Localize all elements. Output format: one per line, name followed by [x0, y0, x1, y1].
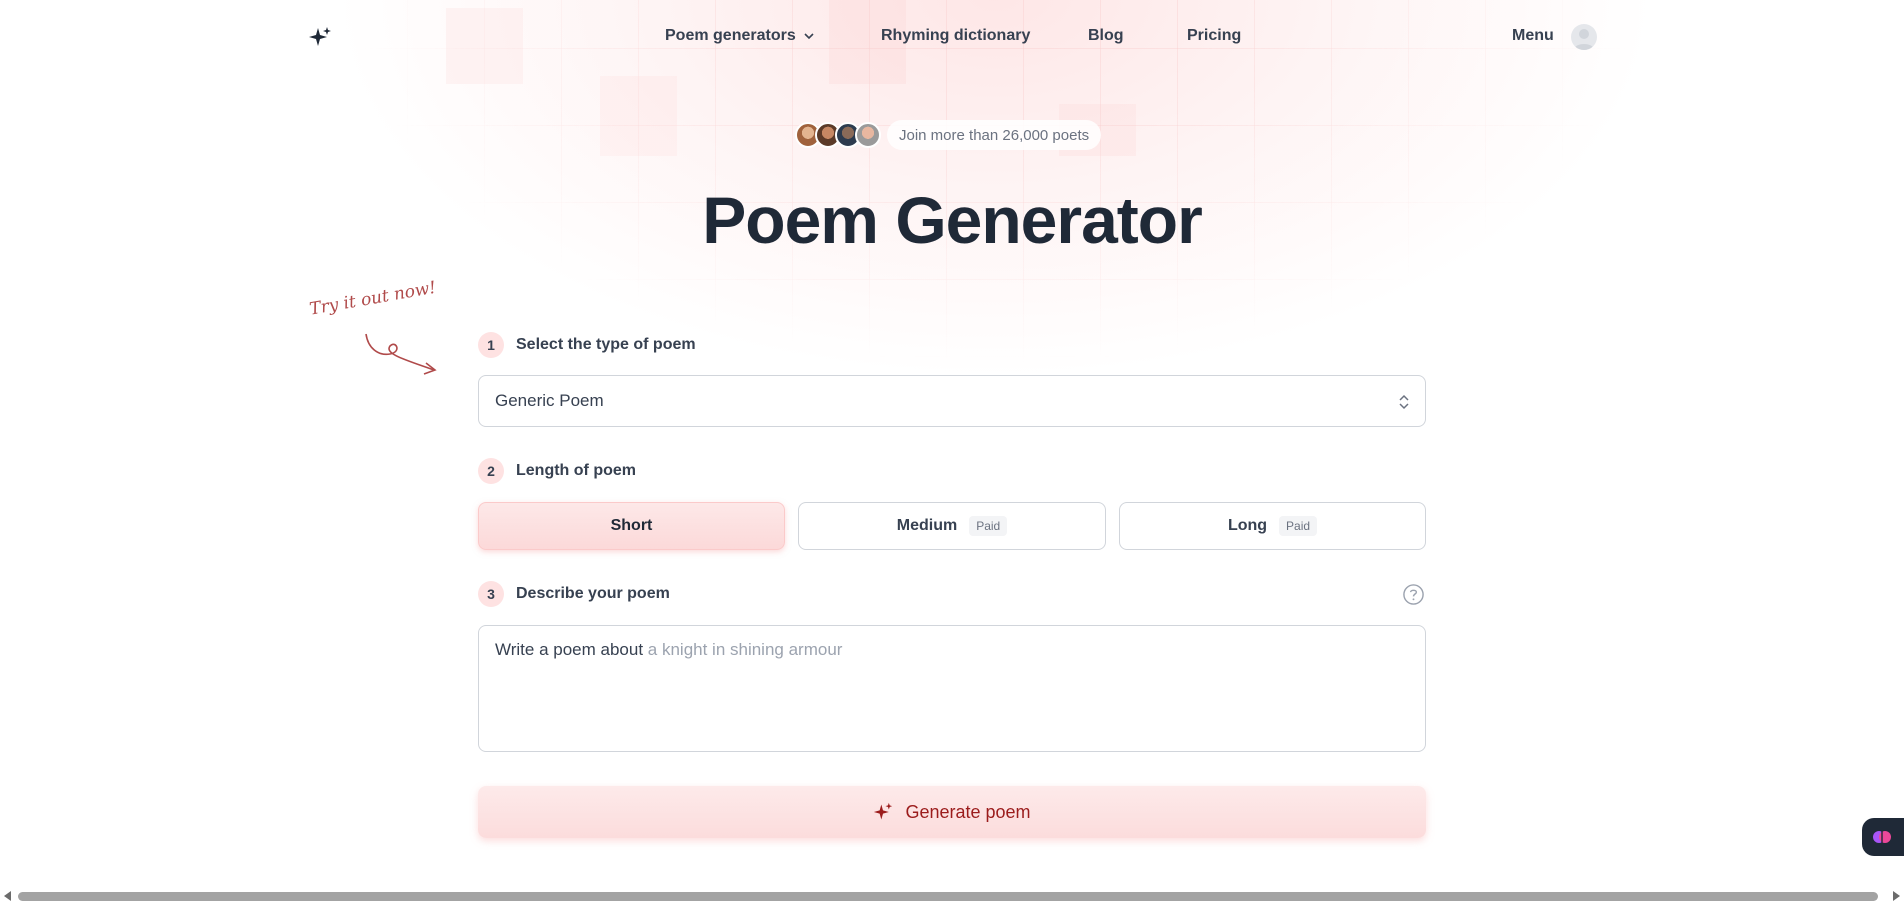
nav-label: Poem generators — [665, 27, 796, 44]
poem-type-select[interactable]: Generic Poem — [478, 375, 1426, 427]
step-label: Describe your poem — [516, 585, 670, 602]
step-number: 2 — [478, 458, 504, 484]
prompt-prefix: Write a poem about — [495, 640, 644, 659]
chevron-down-icon — [804, 33, 814, 40]
poet-avatars — [795, 122, 881, 148]
poem-type-value: Generic Poem — [495, 391, 604, 410]
step-3: 3 Describe your poem — [478, 581, 670, 607]
scroll-left-icon[interactable] — [4, 891, 11, 901]
length-medium-button[interactable]: Medium Paid — [798, 502, 1106, 550]
length-long-button[interactable]: Long Paid — [1119, 502, 1426, 550]
nav-blog[interactable]: Blog — [1088, 27, 1124, 45]
prompt-placeholder: a knight in shining armour — [647, 640, 843, 659]
nav-poem-generators[interactable]: Poem generators — [665, 27, 816, 45]
step-label: Select the type of poem — [516, 336, 696, 353]
nav-label: Blog — [1088, 27, 1124, 44]
menu-button[interactable]: Menu — [1512, 27, 1554, 45]
scrollbar-thumb[interactable] — [18, 892, 1878, 901]
sparkles-icon — [874, 802, 893, 820]
sparkles-icon[interactable] — [308, 26, 332, 50]
social-proof-text: Join more than 26,000 poets — [887, 120, 1102, 150]
question-circle-icon[interactable] — [1402, 583, 1425, 606]
horizontal-scrollbar[interactable] — [0, 888, 1904, 904]
length-label: Short — [610, 517, 653, 534]
paid-badge: Paid — [1279, 516, 1318, 536]
nav-label: Pricing — [1187, 27, 1242, 44]
length-short-button[interactable]: Short — [478, 502, 785, 550]
site-header: Poem generators Rhyming dictionary Blog … — [0, 0, 1904, 74]
step-1: 1 Select the type of poem — [478, 332, 696, 358]
page-title: Poem Generator — [702, 183, 1203, 257]
try-it-hint: Try it out now! — [308, 277, 438, 320]
nav-pricing[interactable]: Pricing — [1187, 27, 1241, 45]
chevron-up-down-icon — [1399, 394, 1409, 410]
generate-label: Generate poem — [905, 801, 1031, 822]
social-proof: Join more than 26,000 poets — [795, 120, 1102, 150]
poem-description-textarea[interactable]: Write a poem about a knight in shining a… — [478, 625, 1426, 752]
floating-widget-button[interactable] — [1862, 818, 1904, 856]
step-2: 2 Length of poem — [478, 458, 636, 484]
step-number: 1 — [478, 332, 504, 358]
step-label: Length of poem — [516, 462, 636, 479]
curly-arrow-icon — [365, 333, 437, 375]
nav-rhyming-dictionary[interactable]: Rhyming dictionary — [881, 27, 1030, 45]
nav-label: Rhyming dictionary — [881, 27, 1031, 44]
step-number: 3 — [478, 581, 504, 607]
avatar — [855, 122, 881, 148]
length-label: Long — [1227, 517, 1268, 534]
brain-icon — [1873, 831, 1891, 843]
length-label: Medium — [896, 517, 958, 534]
scroll-right-icon[interactable] — [1893, 891, 1900, 901]
user-icon[interactable] — [1571, 24, 1597, 50]
generate-poem-button[interactable]: Generate poem — [478, 786, 1426, 838]
paid-badge: Paid — [969, 516, 1008, 536]
bg-tile — [600, 76, 677, 156]
